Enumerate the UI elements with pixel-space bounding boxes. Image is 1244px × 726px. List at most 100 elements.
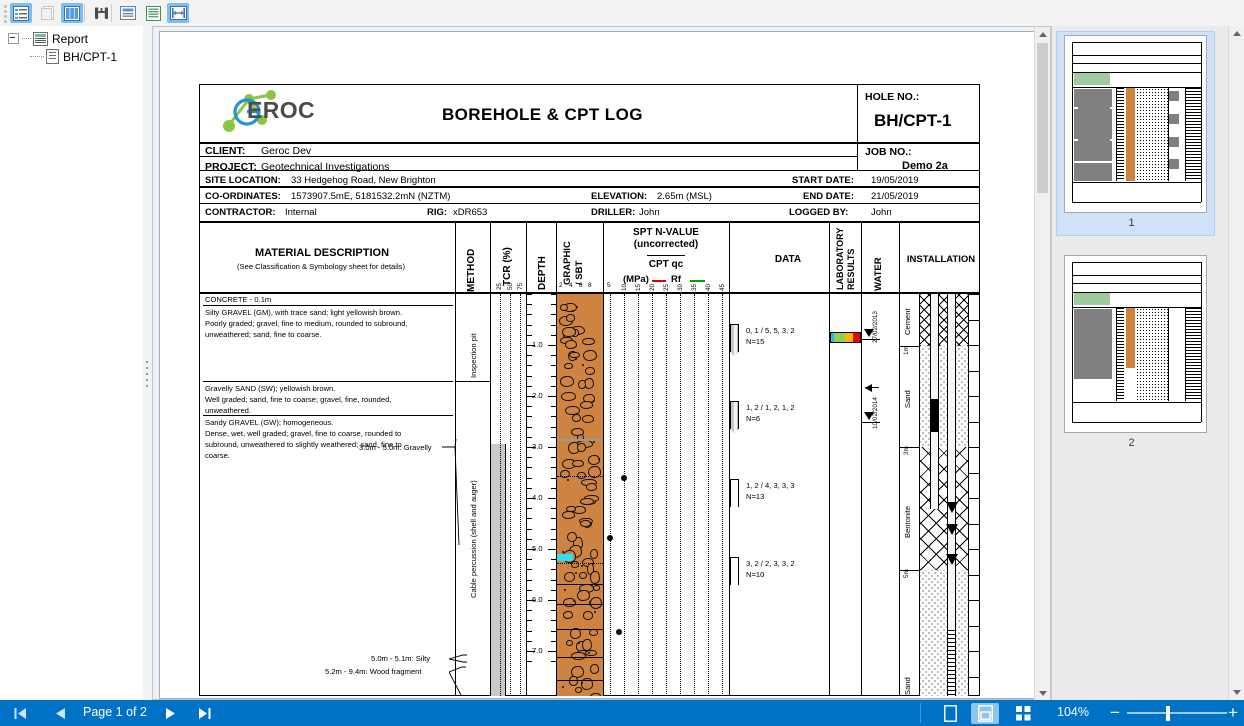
zoom-out-button[interactable]: − (1110, 700, 1120, 726)
single-page-layout-button[interactable] (117, 3, 139, 23)
install-layer-label-cement: Cement (903, 308, 912, 335)
install-tick (968, 345, 980, 346)
spt-tick-15: 15 (635, 283, 642, 291)
spt-n-2: N=6 (746, 414, 761, 423)
driller-value: John (639, 207, 660, 218)
rule (199, 221, 980, 223)
contractor-label: CONTRACTOR: (205, 207, 276, 218)
depth-tick (548, 549, 556, 550)
depth-tick (551, 528, 556, 530)
tcr-grid-75 (520, 294, 521, 696)
thumb-scroll-up-button[interactable] (1229, 26, 1244, 41)
single-page-icon (120, 6, 136, 20)
scroll-thumb[interactable] (1037, 43, 1048, 193)
elevation-label: ELEVATION: (591, 191, 648, 202)
depth-label: 5.0 (532, 544, 543, 553)
first-page-icon (14, 707, 26, 719)
spt-sampler-2 (730, 401, 739, 429)
install-tick (968, 370, 980, 372)
depth-tick (548, 651, 556, 652)
single-page-view-button[interactable] (936, 703, 964, 724)
spt-blows-3: 1, 2 / 4, 3, 3, 3 (746, 481, 795, 490)
tree-connector-2 (30, 55, 44, 58)
status-bar: Page 1 of 2 104% − + (0, 700, 1244, 726)
client-label: CLIENT: (205, 145, 246, 157)
depth-tick (551, 294, 556, 295)
cpt-data-point (616, 629, 622, 635)
previous-page-button[interactable] (48, 700, 72, 726)
zoom-in-button[interactable]: + (1228, 700, 1238, 726)
thumbnail-panel: 1 2 (1051, 26, 1244, 700)
page-view-button[interactable] (36, 3, 58, 23)
sbt-tick-2: 2 (559, 282, 563, 289)
report-title: BOREHOLE & CPT LOG (442, 105, 643, 124)
depth-tick (548, 345, 556, 346)
depth-tick (527, 365, 532, 367)
tree-node-bhcpt1[interactable]: BH/CPT-1 (30, 48, 117, 65)
depth-tick (527, 467, 532, 469)
graphic-contact-3 (557, 563, 603, 564)
depth-tick (551, 324, 556, 326)
continuous-layout-button[interactable] (142, 3, 164, 23)
panel-splitter[interactable] (143, 26, 152, 700)
depth-label: 3.0 (532, 442, 543, 451)
spt-blows-1: 0, 1 / 5, 5, 3, 2 (746, 326, 795, 335)
depth-tick (527, 416, 532, 418)
grid-view-button[interactable] (1009, 703, 1037, 724)
depth-tick (527, 620, 532, 622)
report-icon (33, 31, 48, 46)
depth-tick (527, 324, 532, 326)
annotation-wood: 5.2m - 9.4m: Wood fragment (325, 667, 422, 676)
zoom-slider-track[interactable] (1127, 712, 1227, 714)
depth-tick (551, 559, 556, 561)
tcr-grid-25 (500, 294, 501, 696)
first-page-button[interactable] (8, 700, 32, 726)
thumbnail-scrollbar[interactable] (1228, 26, 1244, 700)
install-tick (968, 294, 980, 295)
depth-tick (527, 314, 532, 316)
install-fill-cement (920, 294, 968, 346)
depth-tick (527, 355, 532, 357)
document-viewer: EROC BOREHOLE & CPT LOG HOLE NO.: BH/CPT… (152, 26, 1051, 701)
install-tick (968, 396, 980, 397)
continuous-page-icon (145, 5, 161, 21)
outline-view-toggle[interactable] (10, 3, 32, 23)
contractor-value: Internal (285, 207, 317, 218)
col-rule-water (861, 223, 862, 696)
depth-tick (527, 518, 532, 520)
spt-tick-30: 30 (677, 283, 684, 291)
install-marker-2 (946, 524, 958, 535)
depth-tick (551, 589, 556, 591)
scroll-down-button[interactable] (1035, 686, 1050, 701)
spt-gridline (694, 294, 695, 696)
thumbnail-panel-toggle[interactable] (61, 3, 83, 23)
collapse-icon[interactable] (8, 33, 19, 44)
last-page-button[interactable] (192, 700, 216, 726)
thumbnail-page-2[interactable] (1064, 255, 1207, 433)
tree-node-bhcpt1-label: BH/CPT-1 (63, 49, 118, 64)
spt-tick-20: 20 (649, 283, 656, 291)
zoom-slider-thumb[interactable] (1166, 706, 1170, 721)
depth-tick (551, 579, 556, 581)
scroll-up-button[interactable] (1035, 27, 1050, 42)
depth-tick (551, 457, 556, 459)
fit-width-button[interactable] (167, 3, 189, 23)
binoculars-icon (94, 7, 108, 20)
tree-node-report[interactable]: Report (8, 30, 88, 47)
split-view-icon (977, 705, 993, 722)
next-page-button[interactable] (158, 700, 182, 726)
hole-no-value: BH/CPT-1 (874, 111, 952, 130)
thumb-scroll-down-button[interactable] (1229, 685, 1244, 700)
document-tree-panel: Report BH/CPT-1 (0, 26, 144, 700)
find-button[interactable] (90, 3, 112, 23)
graphic-contact-1 (557, 439, 603, 441)
depth-tick (527, 589, 532, 591)
depth-tick (527, 528, 532, 530)
install-tick (968, 574, 980, 576)
toolbar-grip[interactable] (4, 5, 7, 23)
thumbnail-page-1[interactable] (1064, 35, 1207, 213)
viewer-scrollbar[interactable] (1034, 27, 1050, 701)
split-view-button[interactable] (971, 703, 999, 724)
thumbnail-label-2: 2 (1128, 437, 1135, 449)
depth-tick (527, 436, 532, 438)
